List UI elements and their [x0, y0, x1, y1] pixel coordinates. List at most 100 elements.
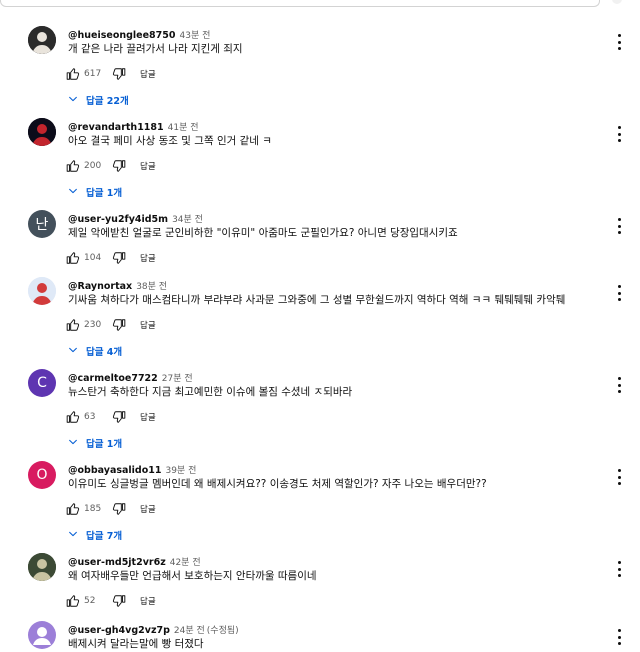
- comment-author[interactable]: @carmeltoe7722: [68, 373, 158, 384]
- replies-label: 답글 1개: [86, 439, 123, 450]
- comment-time[interactable]: 42분 전: [170, 558, 201, 568]
- avatar[interactable]: [28, 277, 56, 305]
- more-actions-icon[interactable]: [614, 285, 624, 301]
- comment-actions: 52 답글: [66, 592, 156, 610]
- comment-time[interactable]: 39분 전: [165, 466, 196, 476]
- profile-photo-icon: [28, 277, 56, 305]
- comment-text: 배제시켜 달라는말에 빵 터졌다: [68, 638, 204, 650]
- view-replies-button[interactable]: 답글 1개: [68, 435, 122, 451]
- avatar-letter: O: [36, 467, 48, 483]
- avatar[interactable]: [28, 553, 56, 581]
- dislike-button[interactable]: [112, 594, 126, 608]
- chevron-down-icon: [68, 94, 86, 107]
- avatar[interactable]: [28, 621, 56, 649]
- comment-author[interactable]: @user-md5jt2vr6z: [68, 557, 166, 568]
- comment-header: @Raynortax 38분 전: [68, 277, 167, 292]
- comment-time[interactable]: 38분 전: [136, 282, 167, 292]
- comment-time[interactable]: 34분 전: [172, 215, 203, 225]
- dislike-button[interactable]: [112, 410, 126, 424]
- default-avatar-icon: [33, 627, 51, 645]
- comment-header: @hueiseonglee8750 43분 전: [68, 26, 211, 41]
- comment-time[interactable]: 24분 전: [174, 626, 205, 636]
- avatar-letter: 난: [35, 217, 49, 233]
- avatar[interactable]: O: [28, 461, 56, 489]
- profile-photo-icon: [28, 118, 56, 146]
- reply-button[interactable]: 답글: [140, 319, 156, 331]
- reply-button[interactable]: 답글: [140, 503, 156, 515]
- like-button[interactable]: [66, 251, 80, 265]
- view-replies-button[interactable]: 답글 7개: [68, 527, 122, 543]
- chevron-down-icon: [68, 437, 86, 450]
- profile-photo-icon: [28, 26, 56, 54]
- avatar[interactable]: [28, 118, 56, 146]
- more-actions-icon[interactable]: [614, 629, 624, 645]
- comment-header: @user-yu2fy4id5m 34분 전: [68, 210, 203, 225]
- avatar[interactable]: C: [28, 369, 56, 397]
- dislike-button[interactable]: [112, 159, 126, 173]
- comment-actions: 185 답글: [66, 500, 156, 518]
- comment-header: @user-md5jt2vr6z 42분 전: [68, 553, 201, 568]
- more-actions-icon[interactable]: [614, 469, 624, 485]
- like-button[interactable]: [66, 67, 80, 81]
- more-actions-icon[interactable]: [614, 561, 624, 577]
- comment-header: @user-gh4vg2vz7p 24분 전 (수정됨): [68, 621, 239, 636]
- comment-author[interactable]: @hueiseonglee8750: [68, 30, 176, 41]
- comment-author[interactable]: @user-gh4vg2vz7p: [68, 625, 170, 636]
- view-replies-button[interactable]: 답글 4개: [68, 343, 122, 359]
- comment-actions: 63 답글: [66, 408, 156, 426]
- comment-header: @revandarth1181 41분 전: [68, 118, 199, 133]
- comment-author[interactable]: @revandarth1181: [68, 122, 164, 133]
- reply-button[interactable]: 답글: [140, 68, 156, 80]
- comment-edited: (수정됨): [206, 626, 239, 636]
- avatar-letter: C: [37, 375, 47, 391]
- like-button[interactable]: [66, 502, 80, 516]
- thumb-down-icon: [112, 159, 126, 173]
- comment-input-edge: [0, 0, 640, 8]
- comment-time[interactable]: 43분 전: [180, 31, 211, 41]
- like-button[interactable]: [66, 318, 80, 332]
- like-count: 230: [84, 320, 102, 330]
- dislike-button[interactable]: [112, 502, 126, 516]
- thumb-down-icon: [112, 251, 126, 265]
- reply-button[interactable]: 답글: [140, 411, 156, 423]
- thumb-up-icon: [66, 159, 80, 173]
- replies-label: 답글 7개: [86, 531, 123, 542]
- dislike-button[interactable]: [112, 251, 126, 265]
- replies-label: 답글 1개: [86, 188, 123, 199]
- avatar[interactable]: [28, 26, 56, 54]
- reply-button[interactable]: 답글: [140, 160, 156, 172]
- comment-time[interactable]: 27분 전: [162, 374, 193, 384]
- like-button[interactable]: [66, 594, 80, 608]
- profile-photo-icon: [28, 553, 56, 581]
- emoji-button[interactable]: [612, 0, 622, 4]
- comment-author[interactable]: @obbayasalido11: [68, 465, 161, 476]
- comment-text: 개 같은 나라 끌려가서 나라 지킨게 죄지: [68, 43, 243, 55]
- avatar[interactable]: 난: [28, 210, 56, 238]
- like-count: 104: [84, 253, 102, 263]
- comment-text: 아오 결국 페미 사상 동조 및 그쪽 인거 같네 ㅋ: [68, 135, 272, 147]
- more-actions-icon[interactable]: [614, 126, 624, 142]
- add-comment-field[interactable]: [0, 0, 600, 7]
- like-button[interactable]: [66, 410, 80, 424]
- comment-time[interactable]: 41분 전: [168, 123, 199, 133]
- more-actions-icon[interactable]: [614, 218, 624, 234]
- thumb-down-icon: [112, 594, 126, 608]
- more-actions-icon[interactable]: [614, 34, 624, 50]
- reply-button[interactable]: 답글: [140, 252, 156, 264]
- thumb-up-icon: [66, 410, 80, 424]
- reply-button[interactable]: 답글: [140, 595, 156, 607]
- like-count: 185: [84, 504, 102, 514]
- more-actions-icon[interactable]: [614, 377, 624, 393]
- chevron-down-icon: [68, 529, 86, 542]
- comment-actions: 230 답글: [66, 316, 156, 334]
- replies-label: 답글 22개: [86, 96, 129, 107]
- comment-author[interactable]: @Raynortax: [68, 281, 132, 292]
- dislike-button[interactable]: [112, 67, 126, 81]
- comment-text: 뉴스탄거 축하한다 지금 최고예민한 이슈에 볼짐 수셨네 ㅈ되바라: [68, 386, 353, 398]
- thumb-down-icon: [112, 410, 126, 424]
- view-replies-button[interactable]: 답글 1개: [68, 184, 122, 200]
- comment-author[interactable]: @user-yu2fy4id5m: [68, 214, 168, 225]
- dislike-button[interactable]: [112, 318, 126, 332]
- like-button[interactable]: [66, 159, 80, 173]
- view-replies-button[interactable]: 답글 22개: [68, 92, 129, 108]
